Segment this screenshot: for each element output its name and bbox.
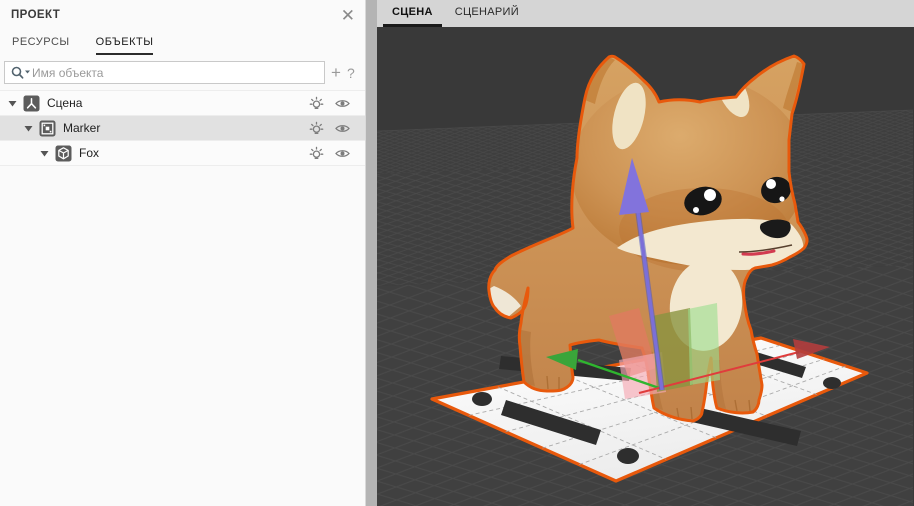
panel-splitter[interactable]: [366, 0, 377, 506]
project-panel-header: ПРОЕКТ ✕: [0, 0, 365, 30]
add-object-button[interactable]: +: [331, 64, 341, 81]
marker-icon: [39, 120, 56, 137]
project-panel-tabs: РЕСУРСЫ ОБЪЕКТЫ: [0, 30, 365, 55]
expander-icon[interactable]: [40, 149, 49, 158]
scene-3d-view[interactable]: [377, 27, 914, 506]
search-input[interactable]: [32, 66, 318, 80]
bulb-icon[interactable]: [308, 95, 325, 112]
panel-title: ПРОЕКТ: [11, 9, 60, 21]
tree-row-scene[interactable]: Сцена: [0, 91, 365, 116]
tab-scenario[interactable]: СЦЕНАРИЙ: [446, 0, 528, 27]
expander-icon[interactable]: [8, 99, 17, 108]
viewport-tabs: СЦЕНА СЦЕНАРИЙ: [377, 0, 914, 27]
scene-render: [377, 27, 914, 506]
scene-axes-icon: [23, 95, 40, 112]
object-tree: Сцена: [0, 90, 365, 166]
close-icon[interactable]: ✕: [341, 7, 355, 24]
viewport-panel: СЦЕНА СЦЕНАРИЙ: [377, 0, 914, 506]
application-window: ПРОЕКТ ✕ РЕСУРСЫ ОБЪЕКТЫ + ?: [0, 0, 914, 506]
tree-row-marker[interactable]: Marker: [0, 116, 365, 141]
tab-objects[interactable]: ОБЪЕКТЫ: [96, 36, 154, 55]
tree-label-scene: Сцена: [47, 96, 308, 110]
search-icon[interactable]: [10, 65, 32, 81]
tree-label-marker: Marker: [63, 121, 308, 135]
project-panel: ПРОЕКТ ✕ РЕСУРСЫ ОБЪЕКТЫ + ?: [0, 0, 366, 506]
search-dropdown-arrow-icon: [25, 70, 30, 73]
tree-row-fox[interactable]: Fox: [0, 141, 365, 166]
eye-icon[interactable]: [334, 145, 351, 162]
object-search-row: + ?: [0, 55, 365, 90]
eye-icon[interactable]: [334, 120, 351, 137]
tree-label-fox: Fox: [79, 146, 308, 160]
model-cube-icon: [55, 145, 72, 162]
bulb-icon[interactable]: [308, 145, 325, 162]
expander-icon[interactable]: [24, 124, 33, 133]
bulb-icon[interactable]: [308, 120, 325, 137]
help-button[interactable]: ?: [347, 66, 355, 80]
tab-resources[interactable]: РЕСУРСЫ: [12, 36, 70, 55]
tab-scene[interactable]: СЦЕНА: [383, 0, 442, 27]
search-box[interactable]: [4, 61, 325, 84]
eye-icon[interactable]: [334, 95, 351, 112]
